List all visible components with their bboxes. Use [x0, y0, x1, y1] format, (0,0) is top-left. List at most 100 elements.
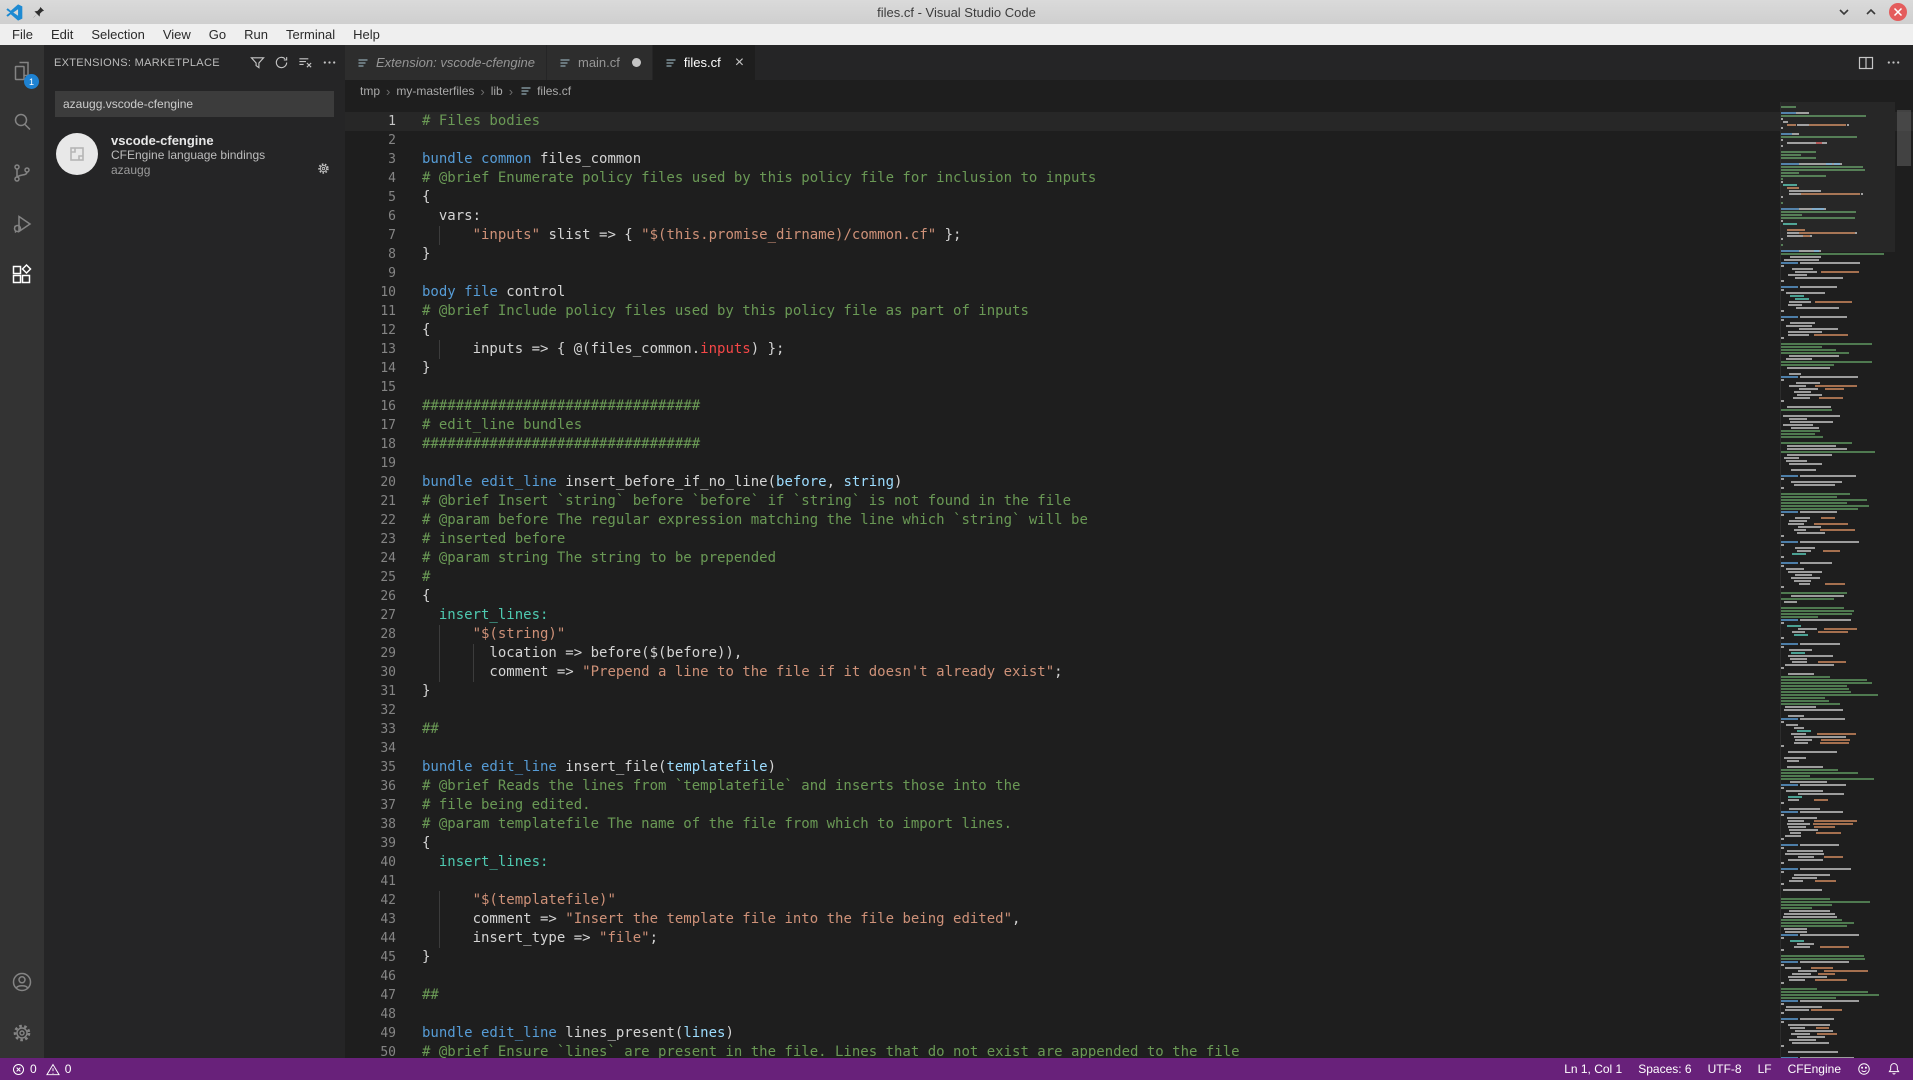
code-line[interactable]: 31}	[345, 682, 1913, 701]
code-line[interactable]: 42 "$(templatefile)"	[345, 891, 1913, 910]
code-line[interactable]: 19	[345, 454, 1913, 473]
minimap-slider[interactable]	[1781, 102, 1895, 252]
code-line[interactable]: 33##	[345, 720, 1913, 739]
line-number: 46	[345, 967, 396, 986]
tab-files-cf[interactable]: files.cf ×	[653, 45, 755, 80]
code-line[interactable]: 30 comment => "Prepend a line to the fil…	[345, 663, 1913, 682]
code-line[interactable]: 20bundle edit_line insert_before_if_no_l…	[345, 473, 1913, 492]
code-line[interactable]: 40 insert_lines:	[345, 853, 1913, 872]
settings-gear-icon[interactable]	[0, 1007, 44, 1058]
code-line[interactable]: 3bundle common files_common	[345, 150, 1913, 169]
code-line[interactable]: 35bundle edit_line insert_file(templatef…	[345, 758, 1913, 777]
cursor-position-status[interactable]: Ln 1, Col 1	[1564, 1062, 1622, 1076]
code-line[interactable]: 11# @brief Include policy files used by …	[345, 302, 1913, 321]
scrollbar-thumb[interactable]	[1897, 110, 1911, 166]
indentation-status[interactable]: Spaces: 6	[1638, 1062, 1691, 1076]
breadcrumb-item-tmp[interactable]: tmp	[360, 84, 380, 98]
extension-list-item[interactable]: vscode-cfengine CFEngine language bindin…	[44, 129, 345, 182]
code-line[interactable]: 49bundle edit_line lines_present(lines)	[345, 1024, 1913, 1043]
code-line[interactable]: 17# edit_line bundles	[345, 416, 1913, 435]
code-line[interactable]: 9	[345, 264, 1913, 283]
code-line[interactable]: 12{	[345, 321, 1913, 340]
refresh-icon[interactable]	[274, 55, 289, 70]
activity-source-control[interactable]	[0, 147, 44, 198]
breadcrumb-item-files-cf[interactable]: files.cf	[519, 84, 571, 98]
code-line[interactable]: 39{	[345, 834, 1913, 853]
code-line[interactable]: 10body file control	[345, 283, 1913, 302]
extensions-search-input[interactable]	[55, 91, 334, 117]
code-line[interactable]: 48	[345, 1005, 1913, 1024]
code-line[interactable]: 50# @brief Ensure `lines` are present in…	[345, 1043, 1913, 1058]
activity-explorer[interactable]: 1	[0, 45, 44, 96]
code-line[interactable]: 5{	[345, 188, 1913, 207]
menu-item-edit[interactable]: Edit	[42, 24, 82, 45]
menu-item-run[interactable]: Run	[235, 24, 277, 45]
code-line[interactable]: 28 "$(string)"	[345, 625, 1913, 644]
code-line[interactable]: 18#################################	[345, 435, 1913, 454]
code-line[interactable]: 36# @brief Reads the lines from `templat…	[345, 777, 1913, 796]
code-line[interactable]: 21# @brief Insert `string` before `befor…	[345, 492, 1913, 511]
breadcrumb-item-my-masterfiles[interactable]: my-masterfiles	[396, 84, 474, 98]
code-line[interactable]: 16#################################	[345, 397, 1913, 416]
close-window-button[interactable]	[1889, 3, 1907, 21]
code-line[interactable]: 23# inserted before	[345, 530, 1913, 549]
code-line[interactable]: 45}	[345, 948, 1913, 967]
code-line[interactable]: 34	[345, 739, 1913, 758]
menu-item-file[interactable]: File	[3, 24, 42, 45]
bell-icon[interactable]	[1887, 1062, 1901, 1076]
code-line[interactable]: 44 insert_type => "file";	[345, 929, 1913, 948]
close-tab-icon[interactable]: ×	[735, 56, 744, 70]
code-line[interactable]: 15	[345, 378, 1913, 397]
feedback-icon[interactable]	[1857, 1062, 1871, 1076]
code-line[interactable]: 1# Files bodies	[345, 112, 1913, 131]
code-line[interactable]: 2	[345, 131, 1913, 150]
code-line[interactable]: 22# @param before The regular expression…	[345, 511, 1913, 530]
tab-extension-vscode-cfengine[interactable]: Extension: vscode-cfengine	[345, 45, 546, 80]
code-line[interactable]: 8}	[345, 245, 1913, 264]
tab-label: files.cf	[684, 55, 721, 70]
activity-search[interactable]	[0, 96, 44, 147]
code-line[interactable]: 4# @brief Enumerate policy files used by…	[345, 169, 1913, 188]
menu-item-selection[interactable]: Selection	[82, 24, 153, 45]
code-line[interactable]: 24# @param string The string to be prepe…	[345, 549, 1913, 568]
activity-account[interactable]	[0, 956, 44, 1007]
code-line[interactable]: 6 vars:	[345, 207, 1913, 226]
extension-gear-icon[interactable]	[316, 161, 331, 176]
activity-extensions[interactable]	[0, 249, 44, 300]
code-line[interactable]: 38# @param templatefile The name of the …	[345, 815, 1913, 834]
more-actions-icon[interactable]	[322, 55, 337, 70]
code-line[interactable]: 29 location => before($(before)),	[345, 644, 1913, 663]
menu-item-terminal[interactable]: Terminal	[277, 24, 344, 45]
filter-icon[interactable]	[250, 55, 265, 70]
encoding-status[interactable]: UTF-8	[1708, 1062, 1742, 1076]
problems-status[interactable]: 0 0	[12, 1062, 71, 1076]
activity-run-debug[interactable]	[0, 198, 44, 249]
code-line[interactable]: 7 "inputs" slist => { "$(this.promise_di…	[345, 226, 1913, 245]
split-editor-icon[interactable]	[1858, 55, 1874, 71]
code-line[interactable]: 14}	[345, 359, 1913, 378]
minimize-button[interactable]	[1835, 3, 1853, 21]
menu-item-go[interactable]: Go	[200, 24, 235, 45]
editor-more-actions-icon[interactable]	[1886, 55, 1901, 70]
code-line[interactable]: 13 inputs => { @(files_common.inputs) };	[345, 340, 1913, 359]
clear-search-icon[interactable]	[298, 55, 313, 70]
tab-main-cf[interactable]: main.cf	[547, 45, 652, 80]
code-line[interactable]: 37# file being edited.	[345, 796, 1913, 815]
code-line[interactable]: 25#	[345, 568, 1913, 587]
code-line[interactable]: 41	[345, 872, 1913, 891]
minimap[interactable]	[1780, 102, 1895, 1058]
code-line[interactable]: 47##	[345, 986, 1913, 1005]
breadcrumb-item-lib[interactable]: lib	[491, 84, 503, 98]
menu-item-view[interactable]: View	[154, 24, 200, 45]
language-mode-status[interactable]: CFEngine	[1788, 1062, 1841, 1076]
code-line[interactable]: 27 insert_lines:	[345, 606, 1913, 625]
eol-status[interactable]: LF	[1758, 1062, 1772, 1076]
code-line[interactable]: 46	[345, 967, 1913, 986]
menu-item-help[interactable]: Help	[344, 24, 389, 45]
code-line[interactable]: 26{	[345, 587, 1913, 606]
maximize-button[interactable]	[1862, 3, 1880, 21]
code-line[interactable]: 43 comment => "Insert the template file …	[345, 910, 1913, 929]
code-line[interactable]: 32	[345, 701, 1913, 720]
code-editor[interactable]: 1# Files bodies23bundle common files_com…	[345, 102, 1913, 1058]
editor-scrollbar[interactable]	[1895, 102, 1913, 1058]
